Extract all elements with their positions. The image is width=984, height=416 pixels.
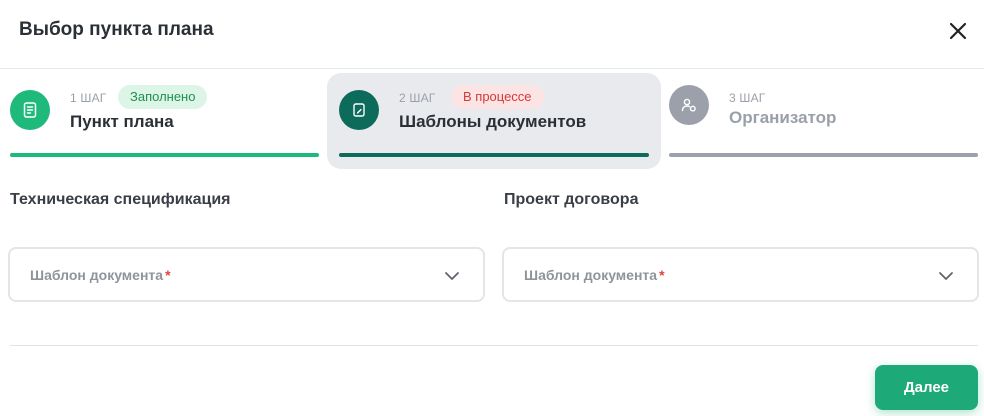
step-2[interactable]: 2 ШАГ В процессе Шаблоны документов	[327, 73, 661, 169]
step-2-number: 2 ШАГ	[399, 91, 436, 105]
footer-divider	[10, 345, 978, 346]
modal-title: Выбор пункта плана	[19, 19, 214, 40]
step-3[interactable]: 3 ШАГ Организатор	[664, 73, 984, 169]
document-edit-icon	[353, 103, 365, 117]
section-title-contract-draft: Проект договора	[504, 191, 639, 208]
users-settings-icon	[681, 98, 696, 112]
close-icon	[949, 22, 967, 40]
next-button[interactable]: Далее	[875, 365, 978, 410]
step-2-progress-bar	[339, 153, 649, 157]
step-3-progress-bar	[669, 153, 978, 157]
modal-header: Выбор пункта плана	[0, 0, 984, 69]
select-placeholder: Шаблон документа *	[30, 267, 171, 283]
select-placeholder: Шаблон документа *	[524, 267, 665, 283]
step-1-label: Пункт плана	[70, 112, 174, 131]
document-list-icon	[23, 102, 37, 118]
step-2-label: Шаблоны документов	[399, 112, 587, 131]
required-mark: *	[659, 267, 665, 283]
close-button[interactable]	[946, 19, 970, 43]
tech-spec-template-select[interactable]: Шаблон документа *	[8, 247, 485, 302]
chevron-down-icon	[445, 272, 459, 280]
step-3-number: 3 ШАГ	[729, 91, 766, 105]
step-3-circle	[669, 85, 709, 125]
step-3-label: Организатор	[729, 108, 837, 127]
stepper: 1 ШАГ Заполнено Пункт плана 2 ШАГ В проц…	[0, 69, 984, 169]
step-1[interactable]: 1 ШАГ Заполнено Пункт плана	[0, 73, 320, 169]
status-badge-in-progress: В процессе	[451, 85, 544, 109]
section-title-tech-spec: Техническая спецификация	[10, 191, 231, 208]
required-mark: *	[165, 267, 171, 283]
step-1-circle	[10, 90, 50, 130]
contract-template-select[interactable]: Шаблон документа *	[502, 247, 979, 302]
step-1-number: 1 ШАГ	[70, 91, 107, 105]
chevron-down-icon	[939, 272, 953, 280]
step-1-progress-bar	[10, 153, 319, 157]
step-2-circle	[339, 90, 379, 130]
status-badge-completed: Заполнено	[118, 85, 208, 109]
